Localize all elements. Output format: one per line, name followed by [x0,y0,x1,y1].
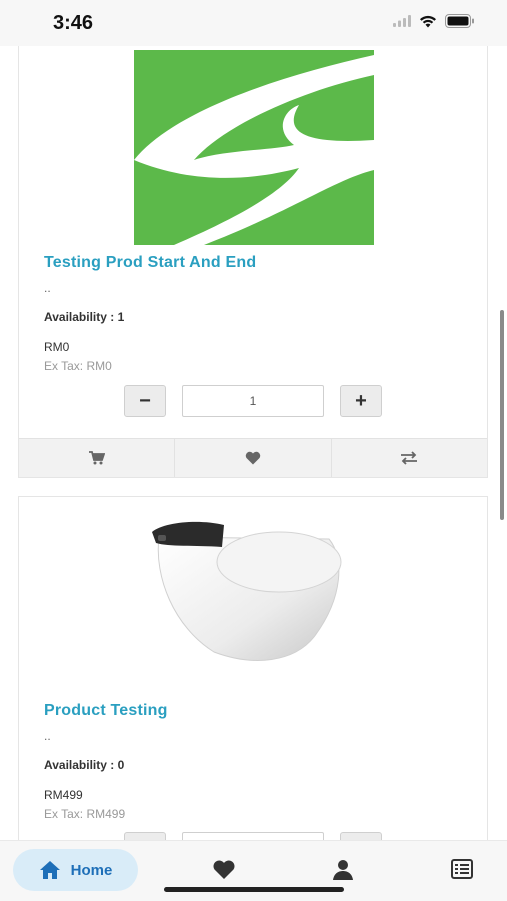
product-card: Product Testing .. Availability : 0 RM49… [18,496,488,840]
cart-icon [88,451,105,465]
wifi-icon [420,15,436,27]
availability-text: Availability : 1 [44,310,125,324]
product-action-bar [19,438,487,477]
tab-wishlist[interactable] [212,859,236,885]
quantity-input[interactable] [182,832,324,840]
product-image[interactable] [144,517,354,667]
product-title[interactable]: Product Testing [44,702,168,720]
product-description: .. [44,281,51,295]
status-time: 3:46 [53,12,94,34]
add-to-wishlist-button[interactable] [175,439,332,477]
status-icons [393,14,475,28]
tab-home-label: Home [70,861,113,879]
quantity-stepper: − + [124,832,384,840]
home-icon [39,861,60,879]
availability-text: Availability : 0 [44,758,125,772]
decrease-quantity-button[interactable]: − [124,832,166,840]
scrollbar[interactable] [500,310,504,520]
user-icon [333,860,353,880]
increase-quantity-button[interactable]: + [340,832,382,840]
quantity-stepper: − + [124,385,384,417]
product-title[interactable]: Testing Prod Start And End [44,254,256,272]
increase-quantity-button[interactable]: + [340,385,382,417]
tab-account[interactable] [332,859,354,886]
heart-icon [245,451,261,465]
status-bar: 3:46 [0,0,507,46]
compare-button[interactable] [332,439,487,477]
ex-tax-text: Ex Tax: RM499 [44,807,126,821]
tab-menu[interactable] [451,859,473,884]
product-image[interactable] [134,50,374,245]
add-to-cart-button[interactable] [19,439,176,477]
product-card: Testing Prod Start And End .. Availabili… [18,46,488,478]
tab-home[interactable]: Home [13,849,138,891]
list-icon [451,859,473,879]
decrease-quantity-button[interactable]: − [124,385,166,417]
battery-icon [445,14,474,28]
product-description: .. [44,729,51,743]
quantity-input[interactable] [182,385,324,417]
ex-tax-text: Ex Tax: RM0 [44,359,112,373]
exchange-icon [401,451,418,465]
signal-icon [393,15,411,27]
heart-icon [213,860,235,879]
product-list[interactable]: Testing Prod Start And End .. Availabili… [0,46,507,840]
price-text: RM0 [44,340,70,354]
price-text: RM499 [44,788,83,802]
home-indicator [164,887,344,892]
